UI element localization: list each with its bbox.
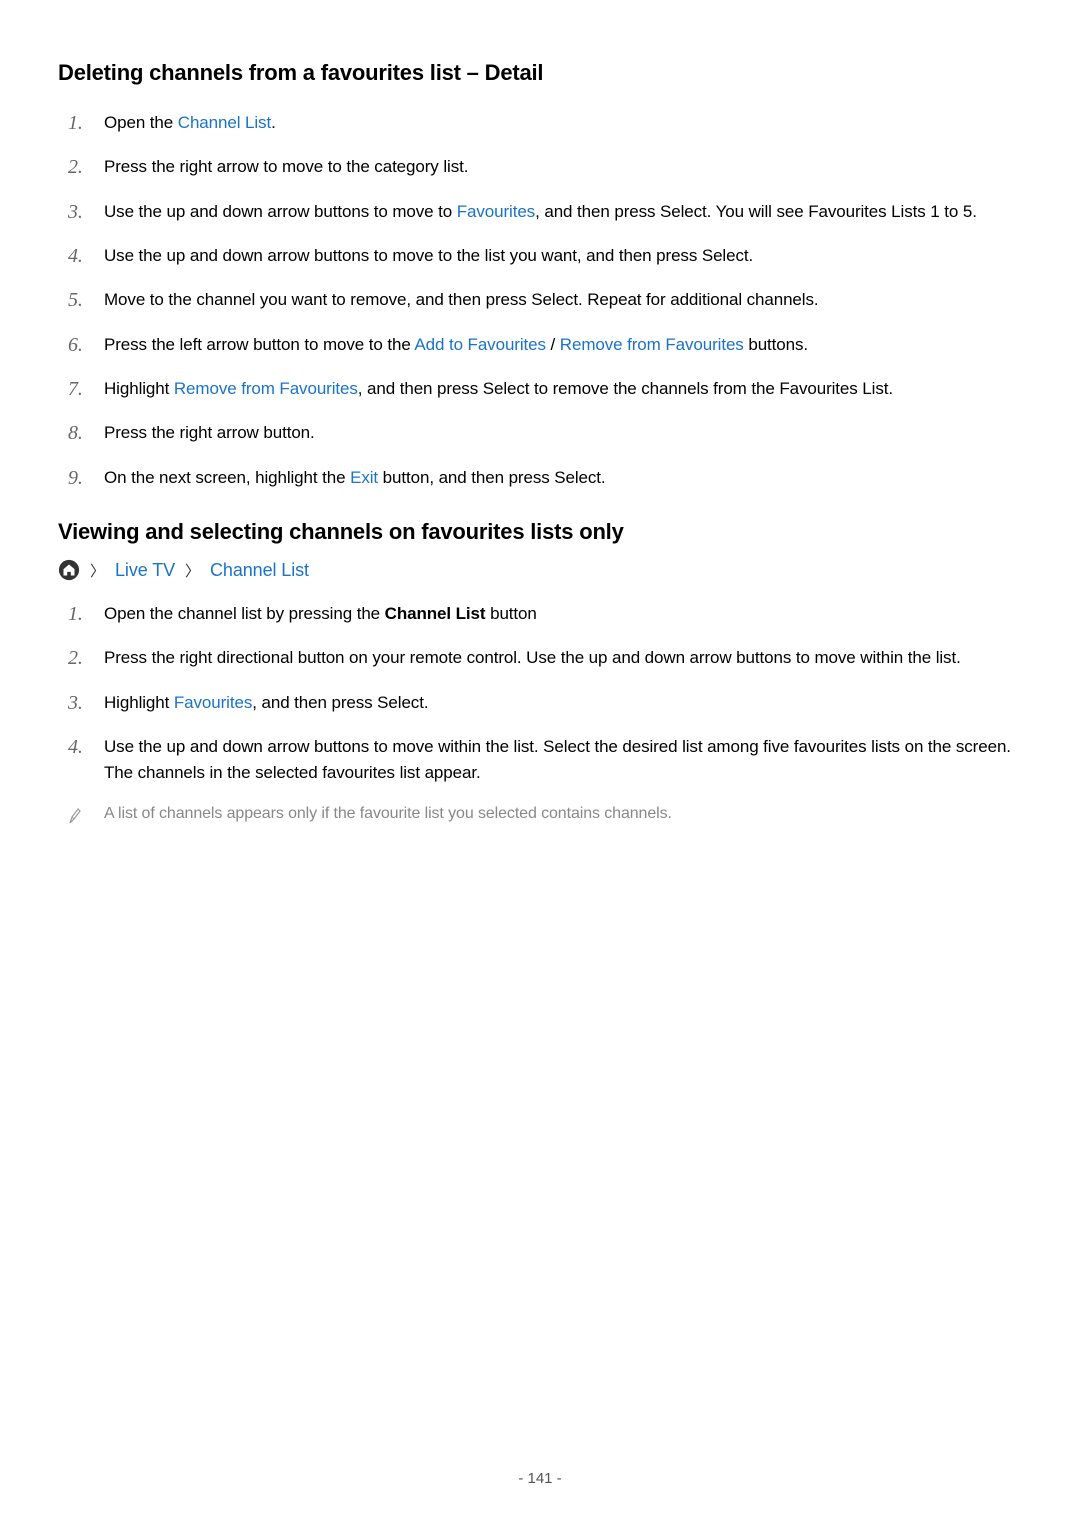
step-text-part: , and then press Select.	[252, 693, 428, 712]
step-text-part: Channel List	[385, 604, 486, 623]
home-icon	[58, 559, 80, 581]
step-text-part: Remove from Favourites	[174, 379, 358, 398]
note-text: A list of channels appears only if the f…	[104, 805, 672, 823]
section1-step: Press the right arrow button.	[104, 420, 1022, 446]
step-text-part: Press the left arrow button to move to t…	[104, 335, 414, 354]
section2-step-list: Open the channel list by pressing the Ch…	[58, 601, 1022, 787]
step-text-part: Use the up and down arrow buttons to mov…	[104, 737, 1011, 782]
section1-step: Press the left arrow button to move to t…	[104, 332, 1022, 358]
section2-step: Highlight Favourites, and then press Sel…	[104, 690, 1022, 716]
section-heading-1: Deleting channels from a favourites list…	[58, 60, 1022, 86]
step-text-part: buttons.	[744, 335, 808, 354]
breadcrumb: 〉 Live TV 〉 Channel List	[58, 559, 1022, 581]
section2-step: Press the right directional button on yo…	[104, 645, 1022, 671]
section1-step: Move to the channel you want to remove, …	[104, 287, 1022, 313]
step-text-part: Use the up and down arrow buttons to mov…	[104, 202, 457, 221]
section1-step: Highlight Remove from Favourites, and th…	[104, 376, 1022, 402]
section1-step: Use the up and down arrow buttons to mov…	[104, 199, 1022, 225]
section1-step: Open the Channel List.	[104, 110, 1022, 136]
page-number: - 141 -	[518, 1470, 561, 1487]
chevron-icon: 〉	[90, 560, 105, 581]
breadcrumb-channel-list: Channel List	[210, 560, 309, 581]
section-heading-2: Viewing and selecting channels on favour…	[58, 519, 1022, 545]
section1-step: Use the up and down arrow buttons to mov…	[104, 243, 1022, 269]
step-text-part: Press the right directional button on yo…	[104, 648, 961, 667]
section1-step-list: Open the Channel List. Press the right ar…	[58, 110, 1022, 491]
step-text-part: .	[271, 113, 276, 132]
step-text-part: button	[485, 604, 536, 623]
section1-step: Press the right arrow to move to the cat…	[104, 154, 1022, 180]
step-text-part: Exit	[350, 468, 378, 487]
step-text-part: Add to Favourites	[414, 335, 546, 354]
step-text-part: Favourites	[457, 202, 535, 221]
chevron-icon: 〉	[185, 560, 200, 581]
step-text-part: Favourites	[174, 693, 252, 712]
step-text-part: Remove from Favourites	[560, 335, 744, 354]
section2-step: Open the channel list by pressing the Ch…	[104, 601, 1022, 627]
section2-step: Use the up and down arrow buttons to mov…	[104, 734, 1022, 787]
step-text-part: , and then press Select. You will see Fa…	[535, 202, 977, 221]
step-text-part: Open the	[104, 113, 178, 132]
step-text-part: /	[546, 335, 560, 354]
step-text-part: Use the up and down arrow buttons to mov…	[104, 246, 753, 265]
note-pencil-icon	[68, 807, 82, 825]
step-text-part: Highlight	[104, 693, 174, 712]
step-text-part: Channel List	[178, 113, 271, 132]
step-text-part: On the next screen, highlight the	[104, 468, 350, 487]
step-text-part: Move to the channel you want to remove, …	[104, 290, 819, 309]
step-text-part: , and then press Select to remove the ch…	[358, 379, 893, 398]
step-text-part: Open the channel list by pressing the	[104, 604, 385, 623]
note-row: A list of channels appears only if the f…	[58, 805, 1022, 825]
step-text-part: Press the right arrow button.	[104, 423, 315, 442]
breadcrumb-live-tv: Live TV	[115, 560, 175, 581]
step-text-part: Press the right arrow to move to the cat…	[104, 157, 468, 176]
step-text-part: Highlight	[104, 379, 174, 398]
section1-step: On the next screen, highlight the Exit b…	[104, 465, 1022, 491]
step-text-part: button, and then press Select.	[378, 468, 606, 487]
